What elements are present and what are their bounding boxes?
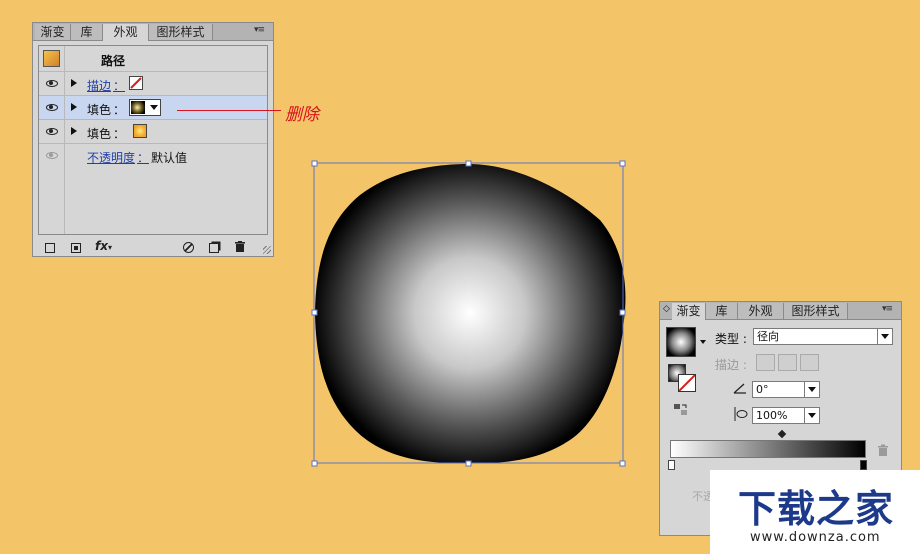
chevron-down-icon bbox=[804, 382, 819, 397]
chevron-down-icon bbox=[804, 408, 819, 423]
handle-top-mid bbox=[465, 160, 472, 167]
gradient-preview-swatch[interactable] bbox=[666, 327, 696, 357]
aspect-ratio-input[interactable]: 100% bbox=[752, 407, 820, 424]
panel-menu-icon[interactable]: ▾≡ bbox=[882, 304, 893, 314]
stroke-gradient-along-button[interactable] bbox=[778, 354, 797, 371]
gradient-panel-tabbar: ◇ 渐变 库 外观 图形样式 ▾≡ bbox=[660, 302, 901, 320]
collapse-toggle-icon[interactable]: ◇ bbox=[663, 304, 670, 314]
watermark-title: 下载之家 bbox=[738, 487, 895, 531]
gradient-stop-white[interactable] bbox=[668, 460, 675, 470]
angle-icon bbox=[733, 382, 747, 397]
handle-mid-right bbox=[619, 309, 626, 316]
handle-bottom-right bbox=[619, 460, 626, 467]
stroke-label: 描边 : bbox=[715, 358, 747, 372]
tab-graphic-styles[interactable]: 图形样式 bbox=[784, 303, 848, 319]
handle-bottom-mid bbox=[465, 460, 472, 467]
chevron-down-icon[interactable] bbox=[700, 340, 706, 344]
handle-top-left bbox=[311, 160, 318, 167]
stroke-gradient-across-button[interactable] bbox=[800, 354, 819, 371]
tab-gradient[interactable]: 渐变 bbox=[672, 303, 706, 320]
chevron-down-icon bbox=[877, 329, 892, 344]
midpoint-diamond-icon[interactable] bbox=[777, 429, 787, 439]
stroke-none-mini-swatch[interactable] bbox=[678, 374, 696, 392]
aspect-ratio-icon bbox=[732, 406, 748, 425]
type-label: 类型 : bbox=[715, 332, 747, 346]
gradient-blob-shape[interactable] bbox=[315, 164, 626, 464]
tab-appearance[interactable]: 外观 bbox=[738, 303, 784, 319]
gradient-slider-bar[interactable] bbox=[670, 440, 866, 458]
handle-bottom-left bbox=[311, 460, 318, 467]
angle-input[interactable]: 0° bbox=[752, 381, 820, 398]
type-select[interactable]: 径向 bbox=[753, 328, 893, 345]
gradient-stop-black[interactable] bbox=[860, 460, 867, 470]
watermark-logo: 下载之家 www.downza.com bbox=[710, 470, 920, 554]
reverse-gradient-icon[interactable] bbox=[674, 404, 687, 415]
tab-library[interactable]: 库 bbox=[706, 303, 738, 319]
delete-stop-trash-icon[interactable] bbox=[877, 444, 889, 460]
handle-mid-left bbox=[311, 309, 318, 316]
stroke-gradient-within-button[interactable] bbox=[756, 354, 775, 371]
handle-top-right bbox=[619, 160, 626, 167]
watermark-url: www.downza.com bbox=[750, 530, 881, 545]
